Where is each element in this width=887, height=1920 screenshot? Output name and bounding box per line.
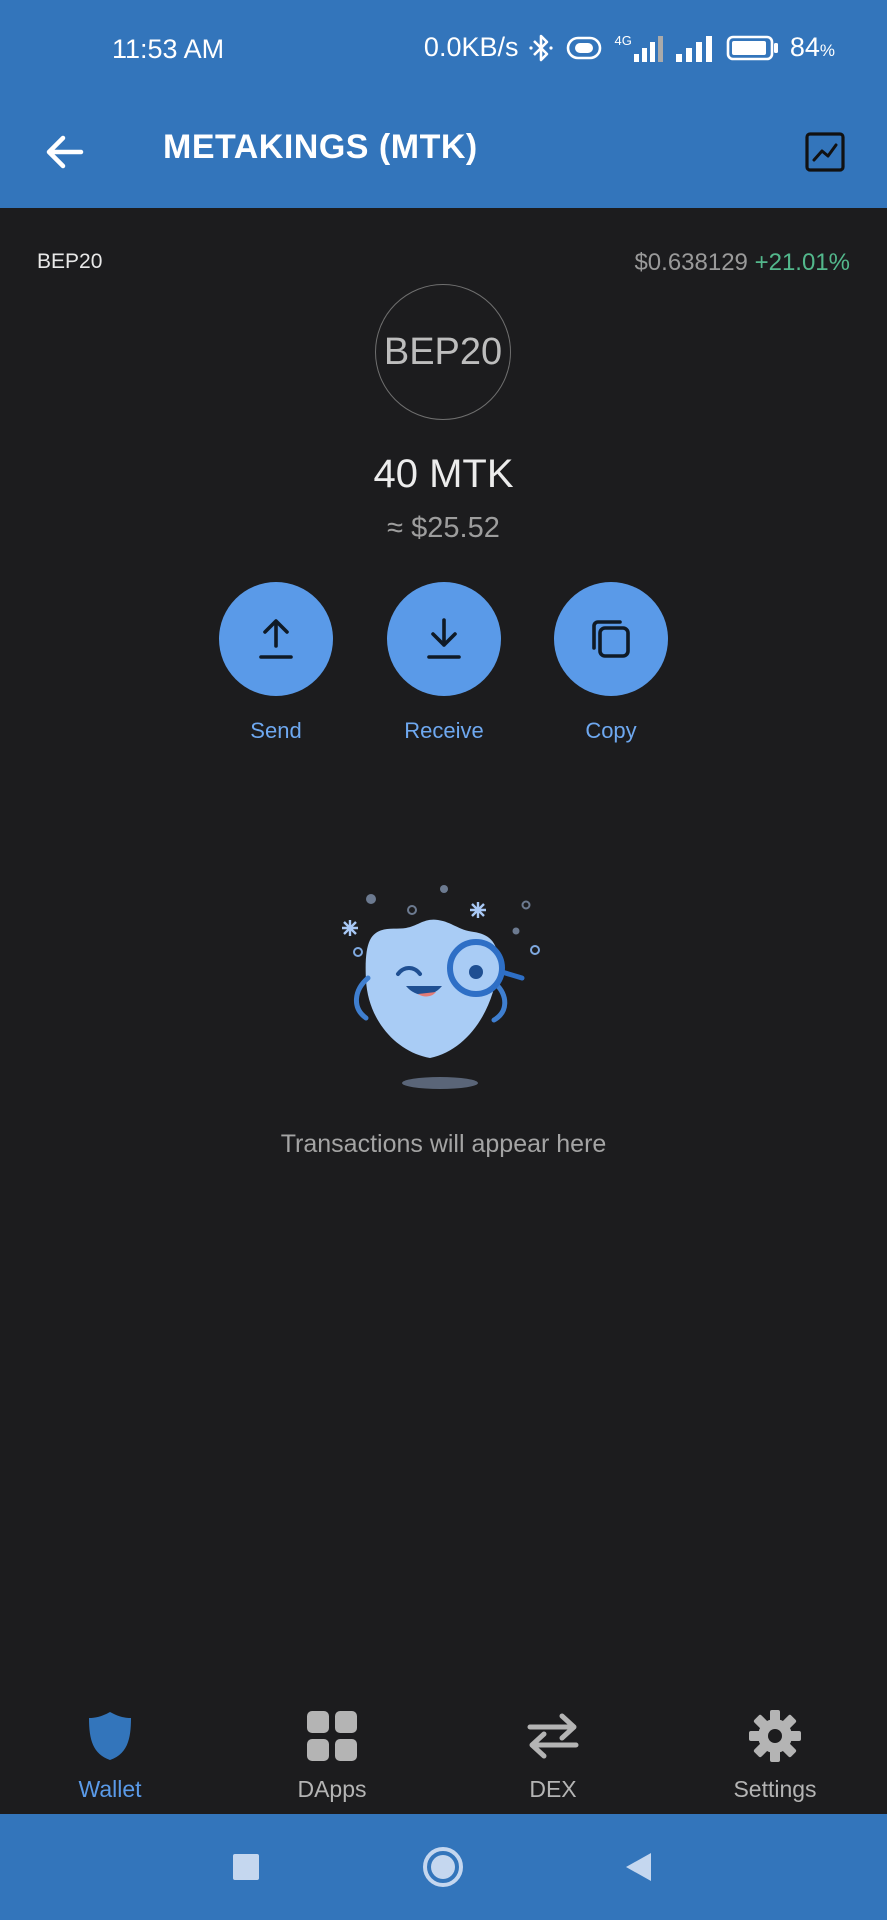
token-logo: BEP20 bbox=[375, 284, 511, 420]
send-button[interactable]: Send bbox=[219, 582, 333, 744]
empty-transactions-illustration bbox=[342, 885, 540, 1089]
tab-dex-label: DEX bbox=[529, 1776, 577, 1802]
tab-wallet[interactable]: Wallet bbox=[30, 1708, 190, 1803]
upload-icon bbox=[259, 619, 293, 659]
recents-button[interactable] bbox=[217, 1838, 275, 1896]
grid-icon bbox=[307, 1711, 357, 1761]
tab-dapps[interactable]: DApps bbox=[252, 1708, 412, 1803]
price-chart-button[interactable] bbox=[793, 120, 857, 184]
status-time: 11:53 AM bbox=[112, 34, 225, 64]
receive-circle[interactable] bbox=[387, 582, 501, 696]
tab-dex[interactable]: DEX bbox=[473, 1708, 633, 1803]
gear-icon bbox=[749, 1710, 801, 1762]
price-change: +21.01% bbox=[754, 249, 850, 276]
network-4g-icon: 4G bbox=[614, 34, 665, 62]
arrow-left-icon bbox=[46, 135, 84, 169]
bottom-tab-bar: Wallet DApps DEX Settings bbox=[0, 1680, 887, 1814]
square-icon bbox=[233, 1854, 259, 1880]
tab-settings[interactable]: Settings bbox=[695, 1708, 855, 1803]
tab-dapps-label: DApps bbox=[297, 1776, 367, 1802]
chart-icon bbox=[805, 132, 845, 172]
send-label: Send bbox=[250, 718, 302, 743]
network-speed: 0.0KB/s bbox=[423, 32, 519, 62]
download-icon bbox=[427, 618, 461, 659]
swap-arrows-icon bbox=[527, 1713, 579, 1759]
token-price: $0.638129 +21.01% bbox=[634, 249, 850, 277]
copy-icon bbox=[592, 620, 630, 658]
back-nav-button[interactable] bbox=[609, 1838, 667, 1896]
shield-icon bbox=[89, 1712, 131, 1760]
token-logo-text: BEP20 bbox=[383, 330, 503, 373]
page-title: METAKINGS (MTK) bbox=[163, 128, 478, 166]
copy-button[interactable]: Copy bbox=[554, 582, 668, 744]
copy-label: Copy bbox=[585, 718, 637, 743]
app-header: METAKINGS (MTK) bbox=[0, 100, 887, 208]
top-bar: 11:53 AM 0.0KB/s 4G 84% METAKINGS (MTK) bbox=[0, 0, 887, 208]
system-nav-bar bbox=[0, 1814, 887, 1920]
price-value: $0.638129 bbox=[634, 249, 748, 276]
send-circle[interactable] bbox=[219, 582, 333, 696]
status-indicators: 0.0KB/s 4G 84% bbox=[424, 32, 835, 63]
tab-settings-label: Settings bbox=[733, 1776, 817, 1802]
bluetooth-icon bbox=[529, 34, 554, 61]
signal-icon bbox=[675, 35, 712, 62]
vibrate-icon bbox=[567, 36, 602, 59]
receive-button[interactable]: Receive bbox=[387, 582, 501, 744]
battery-level: 84% bbox=[789, 32, 835, 62]
triangle-back-icon bbox=[626, 1853, 651, 1881]
empty-state-message: Transactions will appear here bbox=[280, 1130, 607, 1158]
network-tag: BEP20 bbox=[37, 250, 103, 273]
token-balance: 40 MTK bbox=[373, 452, 514, 496]
back-button[interactable] bbox=[30, 118, 98, 186]
tab-wallet-label: Wallet bbox=[78, 1776, 142, 1802]
copy-circle[interactable] bbox=[554, 582, 668, 696]
status-bar: 11:53 AM 0.0KB/s 4G 84% bbox=[0, 0, 887, 100]
receive-label: Receive bbox=[404, 718, 484, 743]
circle-icon bbox=[423, 1847, 463, 1887]
home-button[interactable] bbox=[414, 1838, 472, 1896]
battery-icon bbox=[726, 35, 778, 60]
fiat-value: ≈ $25.52 bbox=[387, 512, 500, 544]
